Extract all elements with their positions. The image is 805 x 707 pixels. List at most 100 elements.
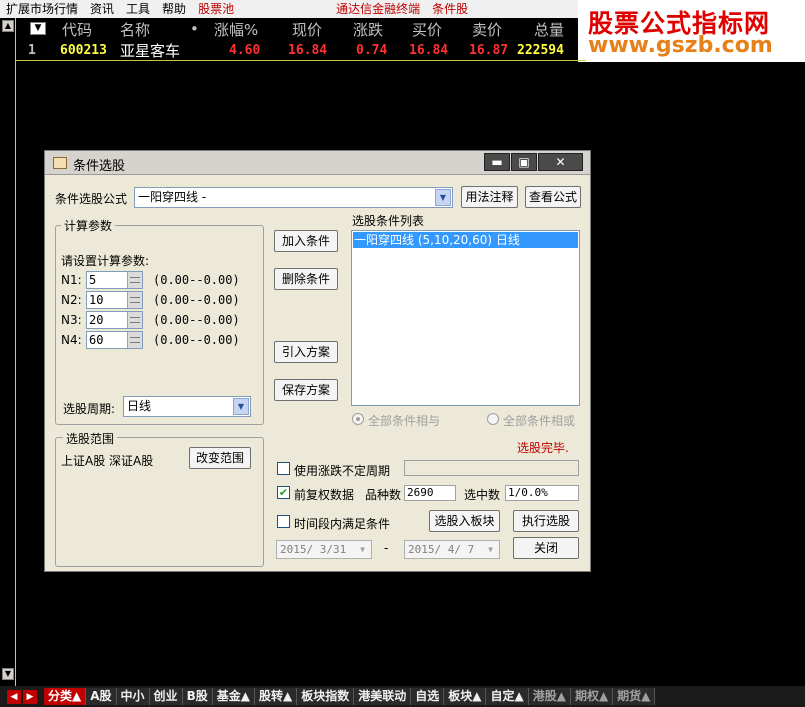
selected-label: 选中数 — [464, 488, 501, 502]
param-input-n4[interactable]: 60 — [86, 331, 143, 349]
tab-hk-us-link[interactable]: 港美联动 — [354, 688, 412, 705]
add-to-block-button[interactable]: 选股入板块 — [429, 510, 500, 532]
date-to-picker[interactable]: 2015/ 4/ 7 ▼ — [404, 540, 500, 559]
condition-list-title: 选股条件列表 — [352, 214, 425, 228]
col-ask[interactable]: 卖价 — [472, 19, 502, 40]
tab-neeq[interactable]: 股转▲ — [254, 688, 298, 705]
use-uncertain-checkbox[interactable] — [277, 462, 290, 475]
radio-or[interactable] — [487, 413, 499, 425]
pre-adjust-checkbox[interactable]: ✔ — [277, 486, 290, 499]
scroll-down-icon[interactable]: ▼ — [2, 668, 14, 680]
dialog-title-bar[interactable]: 条件选股 ▬ ▣ ✕ — [45, 151, 590, 175]
row-code: 600213 — [60, 43, 107, 58]
col-name[interactable]: 名称 — [120, 19, 150, 40]
tab-nav: ◀ ▶ — [0, 688, 44, 705]
tab-sectors[interactable]: 板块▲ — [444, 688, 487, 705]
condition-select-dialog: 条件选股 ▬ ▣ ✕ 条件选股公式 一阳穿四线 - ▼ 用法注释 查看公式 计算… — [44, 150, 591, 572]
param-label-n4: N4: — [61, 333, 82, 347]
chevron-down-icon[interactable]: ▼ — [483, 542, 498, 557]
menu-stock-pool[interactable]: 股票池 — [192, 0, 240, 18]
param-input-n1[interactable]: 5 — [86, 271, 143, 289]
row-volume: 222594 — [517, 43, 564, 58]
use-uncertain-label: 使用涨跌不定周期 — [294, 464, 391, 478]
status-text: 选股完毕. — [517, 441, 569, 455]
col-pct[interactable]: 涨幅% — [214, 19, 258, 40]
col-volume[interactable]: 总量 — [534, 19, 564, 40]
import-plan-button[interactable]: 引入方案 — [274, 341, 338, 363]
date-from-picker[interactable]: 2015/ 3/31 ▼ — [276, 540, 372, 559]
pre-adjust-label: 前复权数据 — [294, 488, 355, 502]
tab-sme[interactable]: 中小 — [116, 688, 150, 705]
change-scope-button[interactable]: 改变范围 — [189, 447, 251, 469]
count-field: 2690 — [404, 485, 456, 501]
menu-help[interactable]: 帮助 — [156, 0, 192, 18]
tab-futures[interactable]: 期货▲ — [613, 688, 656, 705]
tab-custom[interactable]: 自定▲ — [486, 688, 529, 705]
maximize-icon[interactable]: ▣ — [511, 153, 537, 171]
tab-chinext[interactable]: 创业 — [149, 688, 183, 705]
chevron-down-icon[interactable]: ▼ — [355, 542, 370, 557]
scroll-up-icon[interactable]: ▲ — [2, 20, 14, 32]
spin-icon[interactable] — [127, 272, 142, 288]
column-menu-icon[interactable]: ▼ — [30, 22, 46, 35]
tab-watchlist[interactable]: 自选 — [411, 688, 445, 705]
chevron-down-icon[interactable]: ▼ — [435, 189, 451, 206]
condition-list[interactable]: 一阳穿四线 (5,10,20,60) 日线 — [351, 230, 580, 406]
scope-group-title: 选股范围 — [63, 430, 118, 447]
formula-label: 条件选股公式 — [55, 192, 128, 206]
param-label-n2: N2: — [61, 293, 82, 307]
save-plan-button[interactable]: 保存方案 — [274, 379, 338, 401]
list-item[interactable]: 一阳穿四线 (5,10,20,60) 日线 — [353, 232, 578, 248]
app-title: 通达信金融终端 — [336, 2, 421, 16]
tab-next-icon[interactable]: ▶ — [23, 689, 37, 704]
col-bid[interactable]: 买价 — [412, 19, 442, 40]
close-icon[interactable]: ✕ — [538, 153, 583, 171]
dialog-title: 条件选股 — [73, 159, 126, 174]
menu-news[interactable]: 资讯 — [84, 0, 120, 18]
usage-notes-button[interactable]: 用法注释 — [461, 186, 518, 208]
period-select[interactable]: 日线 ▼ — [123, 396, 251, 417]
selected-field: 1/0.0% — [505, 485, 579, 501]
row-name: 亚星客车 — [120, 42, 181, 60]
bottom-tab-bar: ◀ ▶ 分类▲ A股 中小 创业 B股 基金▲ 股转▲ 板块指数 港美联动 自选… — [0, 686, 805, 707]
spin-icon[interactable] — [127, 292, 142, 308]
tab-hk-stocks[interactable]: 港股▲ — [528, 688, 571, 705]
row-ask: 16.87 — [469, 43, 509, 58]
add-condition-button[interactable]: 加入条件 — [274, 230, 338, 252]
minimize-icon[interactable]: ▬ — [484, 153, 510, 171]
tab-funds[interactable]: 基金▲ — [212, 688, 255, 705]
col-price[interactable]: 现价 — [292, 19, 322, 40]
period-label: 选股周期: — [63, 402, 116, 416]
close-button[interactable]: 关闭 — [513, 537, 579, 559]
param-range-n3: (0.00--0.00) — [153, 313, 240, 327]
tab-sector-index[interactable]: 板块指数 — [297, 688, 355, 705]
tab-a-shares[interactable]: A股 — [86, 688, 117, 705]
watermark-url: www.gszb.com — [588, 33, 773, 58]
delete-condition-button[interactable]: 删除条件 — [274, 268, 338, 290]
chevron-down-icon[interactable]: ▼ — [233, 398, 249, 415]
radio-and[interactable] — [352, 413, 364, 425]
tab-prev-icon[interactable]: ◀ — [7, 689, 21, 704]
param-range-n1: (0.00--0.00) — [153, 273, 240, 287]
param-input-n3[interactable]: 20 — [86, 311, 143, 329]
table-row[interactable]: 1 600213 亚星客车 4.60 16.84 0.74 16.84 16.8… — [16, 41, 586, 61]
formula-select[interactable]: 一阳穿四线 - ▼ — [134, 187, 453, 208]
spin-icon[interactable] — [127, 312, 142, 328]
timeframe-checkbox[interactable] — [277, 515, 290, 528]
tab-b-shares[interactable]: B股 — [182, 688, 213, 705]
menu-tools[interactable]: 工具 — [120, 0, 156, 18]
col-change[interactable]: 涨跌 — [353, 19, 383, 40]
param-label-n1: N1: — [61, 273, 82, 287]
spin-icon[interactable] — [127, 332, 142, 348]
watermark-banner: 股票公式指标网 www.gszb.com — [578, 0, 805, 62]
menu-extended-market[interactable]: 扩展市场行情 — [0, 0, 84, 18]
tab-category[interactable]: 分类▲ — [44, 688, 87, 705]
param-input-n2[interactable]: 10 — [86, 291, 143, 309]
col-dot: • — [190, 20, 199, 38]
quote-table-header: 代码 名称 • 涨幅% 现价 涨跌 买价 卖价 总量 — [16, 18, 586, 40]
execute-button[interactable]: 执行选股 — [513, 510, 579, 532]
col-code[interactable]: 代码 — [62, 19, 92, 40]
vertical-scrollbar[interactable]: ▲ ▼ — [0, 18, 16, 686]
tab-options[interactable]: 期权▲ — [570, 688, 614, 705]
view-formula-button[interactable]: 查看公式 — [525, 186, 581, 208]
